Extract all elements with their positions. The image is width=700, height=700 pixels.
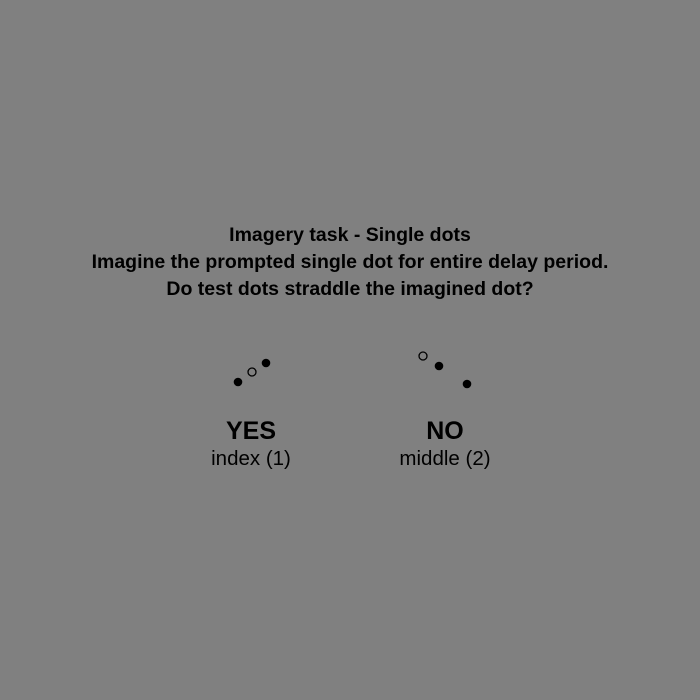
yes-label: YES [225,417,277,445]
yes-option: YES index (1) [151,417,351,473]
no-option: NO middle (2) [345,417,545,473]
test-dot [434,361,444,371]
example-dots [233,351,472,389]
no-key: middle (2) [399,447,491,470]
imagined-dot [247,367,257,377]
no-label: NO [426,417,464,445]
no-example [418,351,472,389]
imagined-dot [418,351,428,361]
test-dot [462,379,472,389]
test-dot [233,377,243,387]
yes-example [233,358,271,387]
yes-key: index (1) [211,447,291,470]
test-dot [261,358,271,368]
